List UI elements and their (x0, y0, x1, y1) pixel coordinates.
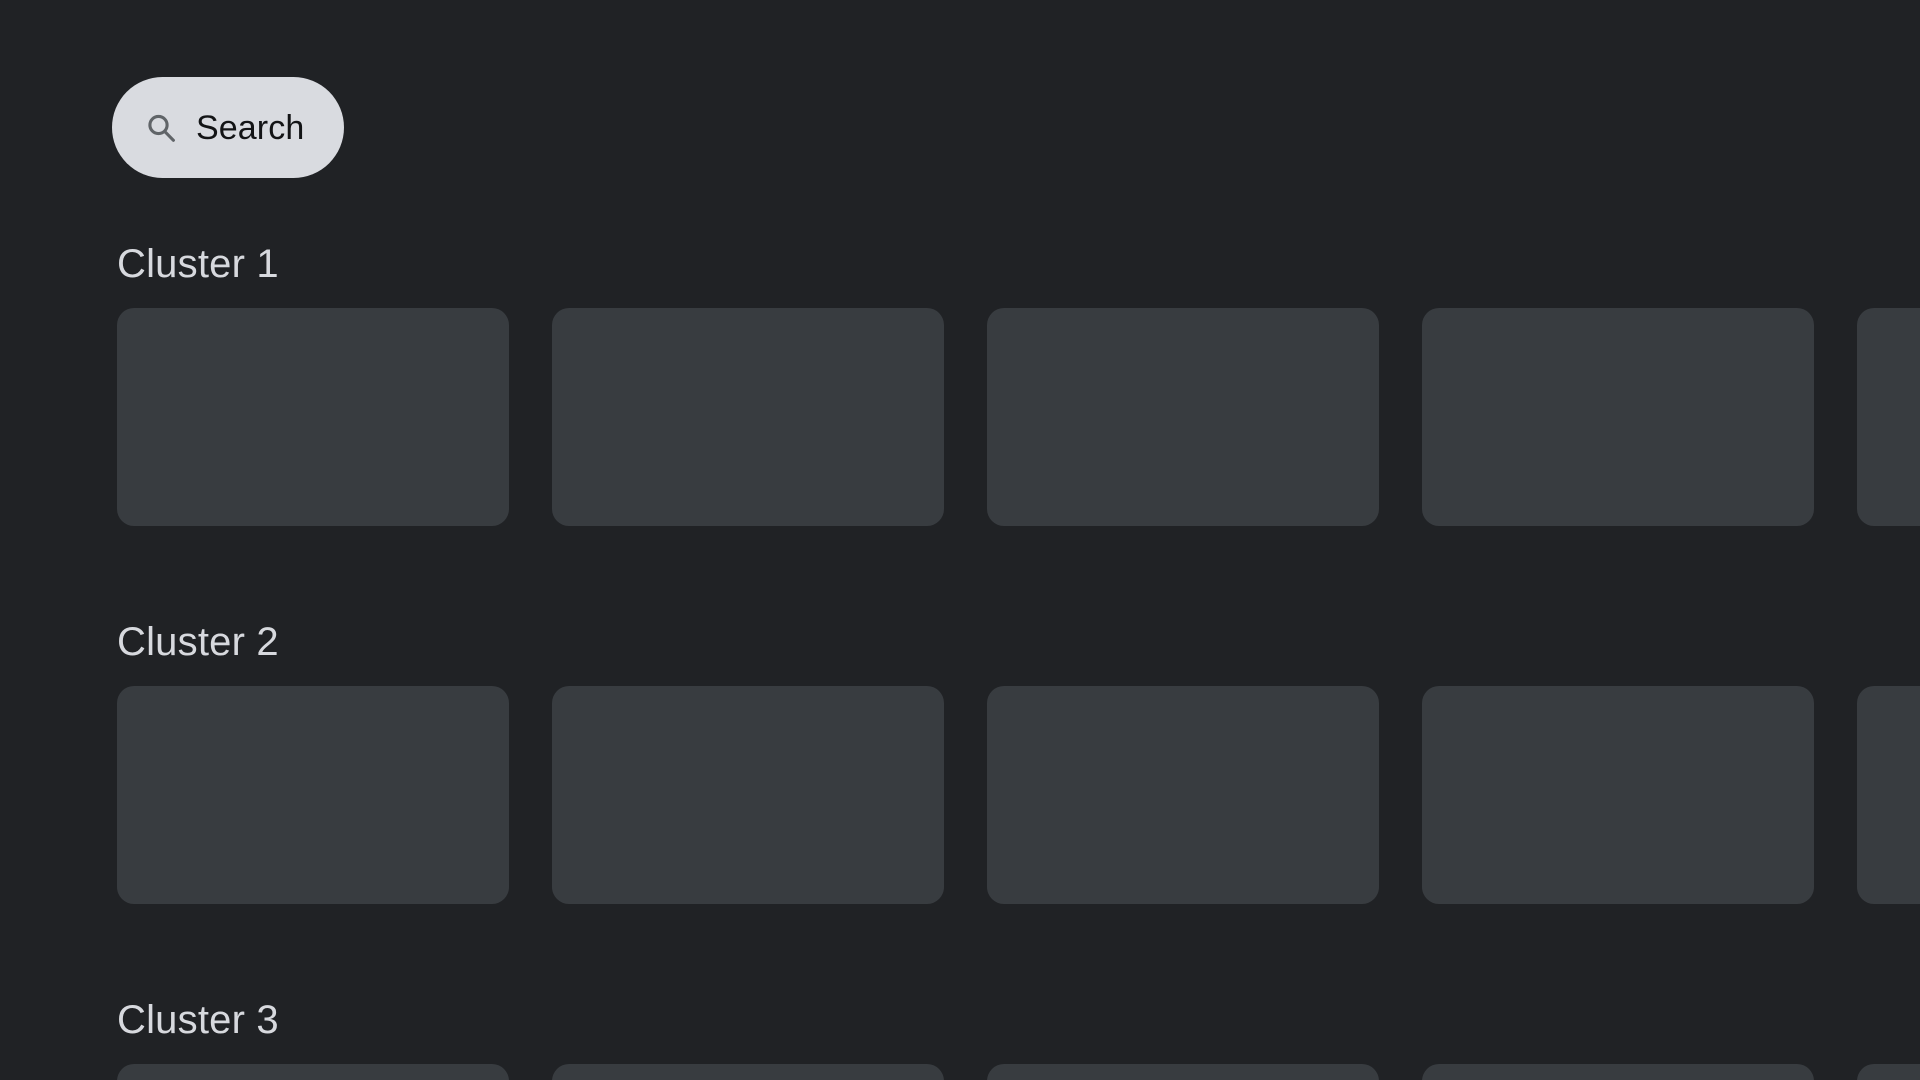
cluster-title: Cluster 1 (117, 242, 279, 286)
cluster-card[interactable] (1422, 1064, 1814, 1080)
cluster-card[interactable] (552, 686, 944, 904)
cluster-card-row (0, 308, 1920, 526)
cluster-card[interactable] (987, 686, 1379, 904)
cluster-card-row (0, 1064, 1920, 1080)
cluster-list: Cluster 1 Cluster 2 Cluster 3 (0, 236, 1920, 1080)
cluster-card[interactable] (1857, 686, 1920, 904)
cluster-card[interactable] (1857, 308, 1920, 526)
cluster-card[interactable] (1857, 1064, 1920, 1080)
cluster-title: Cluster 3 (117, 998, 279, 1042)
cluster-card-row (0, 686, 1920, 904)
cluster-section-2: Cluster 2 (0, 614, 1920, 904)
cluster-card[interactable] (987, 308, 1379, 526)
cluster-card[interactable] (117, 308, 509, 526)
cluster-card[interactable] (552, 308, 944, 526)
cluster-card[interactable] (987, 1064, 1379, 1080)
cluster-card[interactable] (117, 1064, 509, 1080)
cluster-card[interactable] (552, 1064, 944, 1080)
app-root: Search Cluster 1 Cluster 2 Cluster 3 (0, 0, 1920, 1080)
cluster-card[interactable] (1422, 308, 1814, 526)
search-button[interactable]: Search (112, 77, 345, 178)
cluster-title: Cluster 2 (117, 620, 279, 664)
cluster-card[interactable] (1422, 686, 1814, 904)
search-icon (144, 111, 178, 145)
search-bar: Search (112, 77, 345, 178)
cluster-card[interactable] (117, 686, 509, 904)
cluster-section-3: Cluster 3 (0, 992, 1920, 1080)
cluster-section-1: Cluster 1 (0, 236, 1920, 526)
search-button-label: Search (196, 108, 305, 147)
